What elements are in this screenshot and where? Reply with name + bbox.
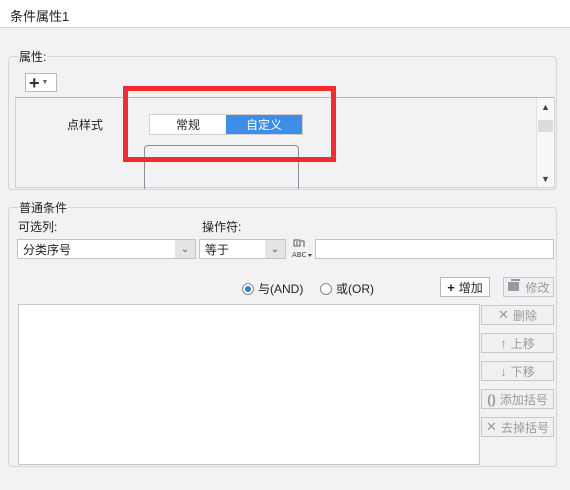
remove-parentheses-label: 去掉括号 bbox=[500, 420, 549, 435]
delete-label: 删除 bbox=[512, 308, 537, 323]
column-select[interactable]: 分类序号 ⌄ bbox=[17, 239, 196, 259]
radio-and-dot[interactable] bbox=[242, 282, 254, 295]
add-parentheses-label: 添加括号 bbox=[499, 392, 548, 407]
move-down-label: 下移 bbox=[510, 364, 535, 379]
radio-or[interactable]: 或(OR) bbox=[320, 280, 374, 297]
add-parentheses-button[interactable]: () 添加括号 bbox=[481, 389, 554, 409]
close-icon: ✕ bbox=[498, 307, 509, 322]
scroll-up-icon[interactable]: ▲ bbox=[538, 100, 553, 114]
column-select-value: 分类序号 bbox=[23, 242, 72, 257]
point-style-label: 点样式 bbox=[67, 118, 104, 132]
add-condition-button[interactable]: + 增加 bbox=[440, 277, 490, 297]
scroll-thumb[interactable] bbox=[538, 120, 553, 132]
plus-icon: + bbox=[29, 72, 40, 93]
column-label: 可选列: bbox=[18, 220, 58, 234]
delete-button[interactable]: ✕ 删除 bbox=[481, 305, 554, 325]
operator-select-value: 等于 bbox=[205, 242, 230, 257]
remove-parentheses-button[interactable]: ✕ 去掉括号 bbox=[481, 417, 554, 437]
move-down-button[interactable]: ↓ 下移 bbox=[481, 361, 554, 381]
plus-icon: + bbox=[447, 279, 455, 295]
arrow-down-icon: ↓ bbox=[500, 363, 507, 379]
dropdown-caret-icon: ▼ bbox=[41, 79, 49, 86]
edit-icon bbox=[507, 279, 521, 295]
modify-condition-label: 修改 bbox=[525, 280, 550, 295]
conditions-group-label: 普通条件 bbox=[18, 199, 69, 216]
operator-select[interactable]: 等于 ⌄ bbox=[199, 239, 286, 259]
radio-or-label: 或(OR) bbox=[336, 282, 374, 296]
parentheses-icon: () bbox=[487, 391, 496, 407]
condition-list[interactable] bbox=[18, 304, 480, 465]
operator-label: 操作符: bbox=[202, 220, 242, 234]
condition-value-input[interactable] bbox=[315, 239, 554, 259]
add-attribute-button[interactable]: + ▼ bbox=[25, 73, 57, 92]
window-title-bar: 条件属性1 bbox=[0, 0, 570, 28]
window-title: 条件属性1 bbox=[10, 9, 70, 24]
attribute-list-scrollbar[interactable]: ▲ ▼ bbox=[536, 98, 554, 187]
radio-or-dot[interactable] bbox=[320, 282, 332, 295]
modify-condition-button[interactable]: 修改 bbox=[503, 277, 554, 297]
chevron-down-icon[interactable]: ⌄ bbox=[175, 240, 195, 258]
highlight-box bbox=[123, 86, 336, 162]
remove-parentheses-icon: ✕ bbox=[486, 419, 497, 434]
move-up-label: 上移 bbox=[510, 336, 535, 351]
chevron-down-icon[interactable]: ⌄ bbox=[265, 240, 285, 258]
add-condition-label: 增加 bbox=[458, 280, 483, 295]
radio-and[interactable]: 与(AND) bbox=[242, 280, 303, 297]
attributes-group-label: 属性: bbox=[18, 48, 48, 65]
value-type-icon[interactable]: ABC bbox=[291, 238, 313, 260]
scroll-down-icon[interactable]: ▼ bbox=[538, 172, 553, 186]
move-up-button[interactable]: ↑ 上移 bbox=[481, 333, 554, 353]
radio-and-label: 与(AND) bbox=[258, 282, 304, 296]
svg-text:ABC: ABC bbox=[292, 251, 306, 259]
arrow-up-icon: ↑ bbox=[500, 335, 507, 351]
